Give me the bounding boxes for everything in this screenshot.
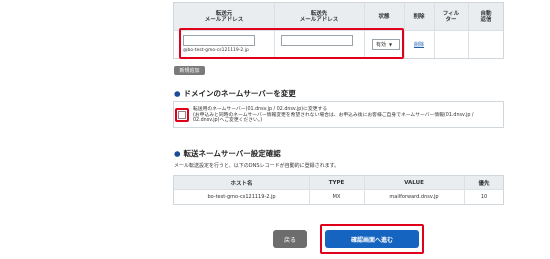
dns-header-value: VALUE — [404, 179, 424, 186]
dns-header-host: ホスト名 — [230, 180, 253, 187]
delete-link[interactable]: 削除 — [414, 41, 424, 48]
confirm-button[interactable]: 確認画面へ進む — [325, 230, 419, 248]
dns-header-priority: 優先 — [478, 180, 490, 187]
dns-cell-type: MX — [332, 194, 341, 200]
dns-cell-host: bo-test-gmo-cs121119-2.jp — [207, 194, 276, 200]
dns-header-type: TYPE — [328, 179, 345, 186]
header-source-address: 転送元 メールアドレス — [204, 10, 244, 23]
source-domain-suffix: @bo-test-gmo-cs121119-2.jp — [183, 48, 249, 53]
status-select-value: 有効 — [376, 42, 387, 48]
nameserver-title-text: ドメインのネームサーバーを変更 — [183, 89, 296, 98]
header-delete: 削除 — [413, 13, 425, 20]
dest-address-input[interactable] — [281, 35, 353, 46]
header-filter: フィル ター — [442, 10, 460, 23]
bullet-icon: ● — [174, 149, 181, 158]
header-auto-reply: 自動 返信 — [480, 10, 492, 23]
back-button[interactable]: 戻る — [273, 230, 307, 248]
nameserver-change-checkbox[interactable] — [178, 111, 186, 119]
source-address-input[interactable] — [183, 35, 255, 46]
dns-cell-priority: 10 — [480, 194, 488, 200]
header-status: 状態 — [378, 13, 390, 20]
dns-title-text: 転送ネームサーバー設定確認 — [183, 149, 281, 158]
dns-record-table: ホスト名 TYPE VALUE 優先 bo-test-gmo-cs121119-… — [173, 175, 504, 205]
forwarding-table: 転送元 メールアドレス 転送先 メールアドレス 状態 削除 フィル ター 自動 … — [173, 2, 504, 59]
dns-description: メール転送設定を行うと、以下のDNSレコードが自動的に登録されます。 — [174, 163, 340, 169]
bullet-icon: ● — [174, 89, 181, 98]
nameserver-notice: 転送用のネームサーバー(01.dnsv.jp / 02.dnsv.jp)に変更す… — [193, 107, 474, 124]
nameserver-section-title: ● ドメインのネームサーバーを変更 — [174, 88, 296, 99]
dns-cell-value: mailforward.dnsv.jp — [389, 194, 439, 200]
dns-section-title: ● 転送ネームサーバー設定確認 — [174, 148, 281, 159]
chevron-down-icon: ▼ — [389, 42, 393, 47]
status-select[interactable]: 有効 ▼ — [372, 39, 400, 50]
add-new-button[interactable]: 新規追加 — [174, 66, 205, 75]
header-dest-address: 転送先 メールアドレス — [299, 10, 339, 23]
